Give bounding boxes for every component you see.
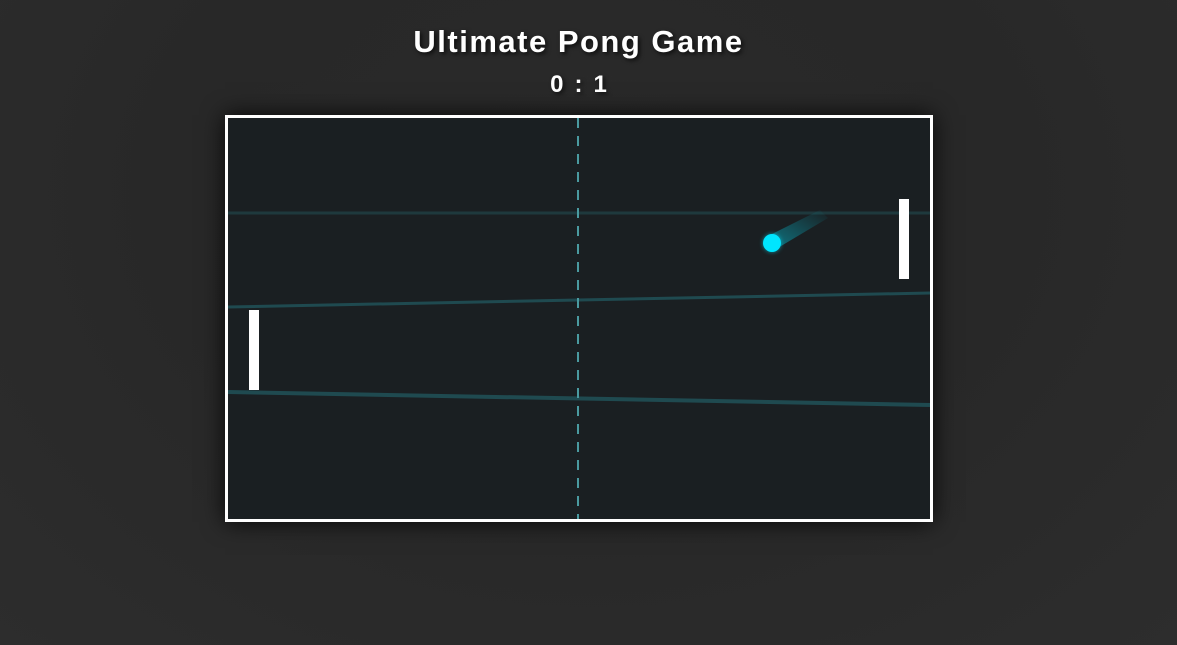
- right-paddle: [899, 199, 909, 279]
- score-separator: :: [574, 71, 583, 98]
- right-score: 1: [593, 71, 607, 98]
- ball-icon: [763, 234, 781, 252]
- game-court[interactable]: [225, 115, 933, 522]
- left-score: 0: [550, 71, 564, 98]
- court-background-graphics: [228, 118, 930, 519]
- left-paddle[interactable]: [249, 310, 259, 390]
- scoreboard: 0:1: [0, 71, 1157, 99]
- game-title: Ultimate Pong Game: [413, 24, 744, 59]
